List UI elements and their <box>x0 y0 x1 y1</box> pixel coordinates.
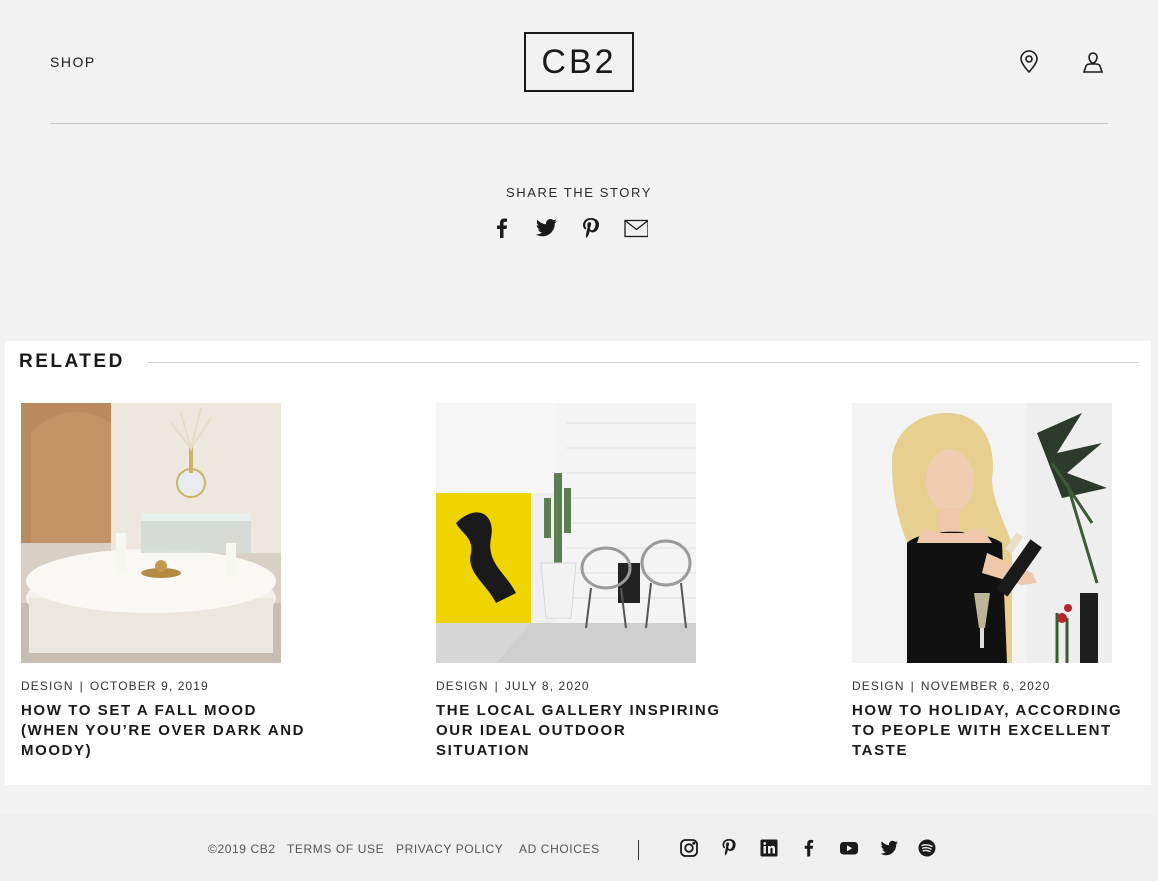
account-icon[interactable] <box>1081 50 1105 74</box>
header-divider <box>50 123 1108 124</box>
meta-separator: | <box>910 679 915 693</box>
article-meta: DESIGN | NOVEMBER 6, 2020 <box>852 679 1142 693</box>
shop-link[interactable]: SHOP <box>50 54 96 70</box>
location-pin-icon[interactable] <box>1017 50 1041 74</box>
site-header: SHOP CB2 <box>0 0 1158 124</box>
meta-separator: | <box>494 679 499 693</box>
article-title[interactable]: THE LOCAL GALLERY INSPIRING OUR IDEAL OU… <box>436 701 726 761</box>
share-section: SHARE THE STORY <box>0 185 1158 238</box>
pinterest-icon[interactable] <box>719 838 739 858</box>
related-title: RELATED <box>19 351 125 372</box>
article-date: NOVEMBER 6, 2020 <box>920 679 1051 693</box>
article-image[interactable] <box>21 403 281 663</box>
article-category[interactable]: DESIGN <box>436 679 489 693</box>
youtube-icon[interactable] <box>839 838 859 858</box>
facebook-icon[interactable] <box>799 838 819 858</box>
instagram-icon[interactable] <box>679 838 699 858</box>
article-image[interactable] <box>436 403 696 663</box>
cb2-logo[interactable]: CB2 <box>524 32 634 92</box>
related-divider <box>148 362 1139 363</box>
facebook-icon[interactable] <box>490 217 514 239</box>
linkedin-icon[interactable] <box>759 838 779 858</box>
ad-choices-link[interactable]: AD CHOICES <box>519 842 600 856</box>
privacy-policy-link[interactable]: PRIVACY POLICY <box>396 842 503 856</box>
copyright-text: ©2019 CB2 <box>208 842 276 856</box>
share-icons <box>490 217 670 241</box>
meta-separator: | <box>79 679 84 693</box>
spotify-icon[interactable] <box>917 838 937 858</box>
twitter-icon[interactable] <box>879 838 899 858</box>
email-icon[interactable] <box>624 217 649 239</box>
article-title[interactable]: HOW TO SET A FALL MOOD (WHEN YOU’RE OVER… <box>21 701 311 761</box>
article-date: JULY 8, 2020 <box>504 679 590 693</box>
related-card[interactable]: DESIGN | NOVEMBER 6, 2020 HOW TO HOLIDAY, … <box>852 403 1142 761</box>
footer-divider <box>638 840 639 860</box>
article-meta: DESIGN | JULY 8, 2020 <box>436 679 726 693</box>
article-meta: DESIGN | OCTOBER 9, 2019 <box>21 679 311 693</box>
related-card[interactable]: DESIGN | JULY 8, 2020 THE LOCAL GALLERY IN… <box>436 403 726 761</box>
article-image[interactable] <box>852 403 1112 663</box>
pinterest-icon[interactable] <box>579 217 603 239</box>
twitter-icon[interactable] <box>534 217 558 239</box>
site-footer: ©2019 CB2 TERMS OF USE PRIVACY POLICY AD… <box>0 814 1158 881</box>
article-category[interactable]: DESIGN <box>852 679 905 693</box>
related-section: RELATED DESIGN | OCTOBER 9, 2019 HOW TO … <box>5 341 1151 785</box>
article-category[interactable]: DESIGN <box>21 679 74 693</box>
share-title: SHARE THE STORY <box>505 185 653 200</box>
article-title[interactable]: HOW TO HOLIDAY, ACCORDING TO PEOPLE WITH… <box>852 701 1142 761</box>
terms-of-use-link[interactable]: TERMS OF USE <box>287 842 384 856</box>
related-card[interactable]: DESIGN | OCTOBER 9, 2019 HOW TO SET A FALL… <box>21 403 311 761</box>
article-date: OCTOBER 9, 2019 <box>89 679 209 693</box>
